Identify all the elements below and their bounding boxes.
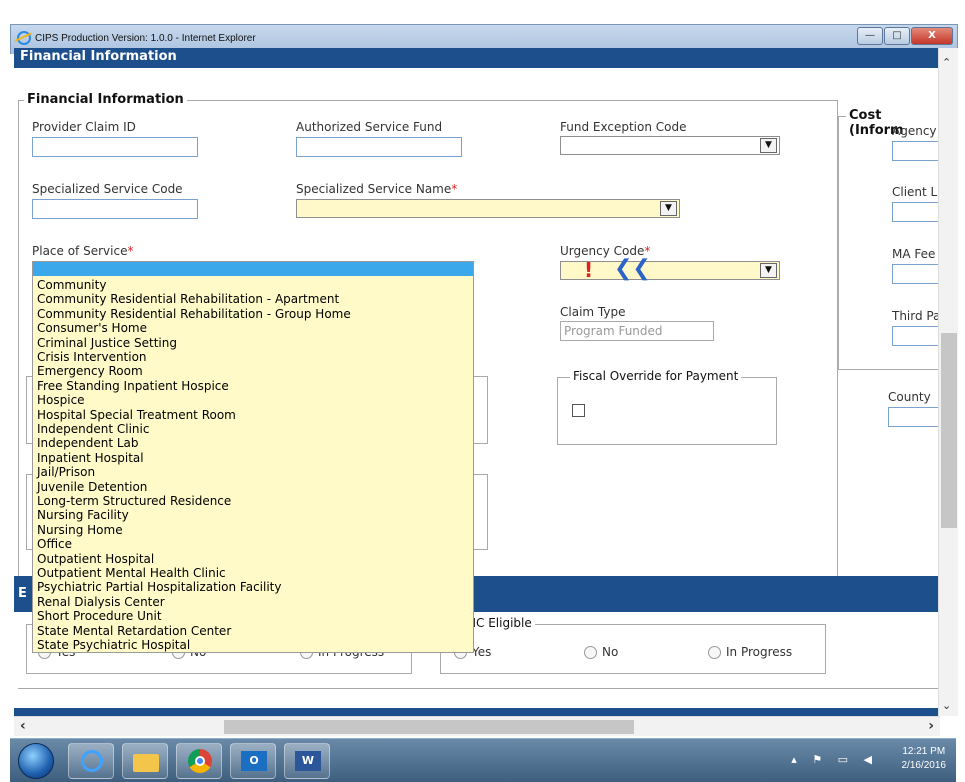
fiscal-override-legend: Fiscal Override for Payment bbox=[570, 369, 742, 383]
hc-eligible-yes-label: Yes bbox=[472, 645, 492, 659]
client-label: Client L bbox=[892, 185, 938, 199]
place-of-service-option[interactable]: Juvenile Detention bbox=[37, 480, 147, 494]
lower-section-title: E bbox=[18, 586, 27, 601]
scroll-right-icon[interactable]: › bbox=[928, 718, 934, 734]
horizontal-scroll-thumb[interactable] bbox=[224, 720, 634, 734]
provider-claim-id-input[interactable] bbox=[32, 137, 198, 157]
place-of-service-option[interactable]: Community Residential Rehabilitation - A… bbox=[37, 292, 339, 306]
place-of-service-option[interactable]: State Psychiatric Hospital bbox=[37, 638, 190, 652]
vertical-scrollbar[interactable]: ⌃ ⌄ bbox=[938, 48, 958, 716]
window-controls: — □ X bbox=[857, 27, 953, 45]
county-input[interactable] bbox=[888, 407, 940, 427]
vertical-scroll-thumb[interactable] bbox=[941, 333, 957, 528]
bottom-band bbox=[14, 708, 940, 716]
place-of-service-option[interactable]: State Mental Retardation Center bbox=[37, 624, 231, 638]
chrome-icon[interactable] bbox=[176, 743, 222, 779]
section-header-title: Financial Information bbox=[20, 49, 177, 64]
chevron-down-icon[interactable]: ▼ bbox=[760, 263, 777, 278]
place-of-service-option[interactable]: Crisis Intervention bbox=[37, 350, 147, 364]
system-tray-icons[interactable]: ▴ ⚑ ▭ ◀ bbox=[791, 753, 878, 766]
place-of-service-option[interactable]: Nursing Facility bbox=[37, 508, 129, 522]
specialized-service-code-label: Specialized Service Code bbox=[32, 182, 183, 196]
place-of-service-option[interactable]: Consumer's Home bbox=[37, 321, 147, 335]
place-of-service-option[interactable]: Free Standing Inpatient Hospice bbox=[37, 379, 229, 393]
specialized-service-name-label: Specialized Service Name* bbox=[296, 182, 458, 196]
place-of-service-option[interactable]: Independent Lab bbox=[37, 436, 139, 450]
close-button[interactable]: X bbox=[911, 27, 953, 45]
dropdown-selected-blank[interactable] bbox=[33, 262, 473, 276]
place-of-service-option[interactable]: Independent Clinic bbox=[37, 422, 149, 436]
hc-eligible-no-label: No bbox=[602, 645, 619, 659]
provider-claim-id-label: Provider Claim ID bbox=[32, 120, 136, 134]
financial-info-legend: Financial Information bbox=[24, 92, 187, 107]
required-marker: * bbox=[127, 244, 134, 258]
maximize-button[interactable]: □ bbox=[884, 27, 910, 45]
internet-explorer-icon bbox=[17, 31, 31, 45]
specialized-service-name-select[interactable]: ▼ bbox=[296, 199, 680, 218]
place-of-service-option[interactable]: Short Procedure Unit bbox=[37, 609, 162, 623]
place-of-service-option[interactable]: Hospice bbox=[37, 393, 85, 407]
ma-fee-input[interactable] bbox=[892, 264, 940, 284]
authorized-service-fund-input[interactable] bbox=[296, 137, 462, 157]
place-of-service-option[interactable]: Hospital Special Treatment Room bbox=[37, 408, 236, 422]
agency-input[interactable] bbox=[892, 141, 940, 161]
third-party-label: Third Pa bbox=[892, 309, 940, 323]
chevron-down-icon[interactable]: ▼ bbox=[760, 138, 777, 153]
claim-type-label: Claim Type bbox=[560, 305, 626, 319]
window-title: CIPS Production Version: 1.0.0 - Interne… bbox=[35, 33, 256, 44]
required-marker: * bbox=[451, 182, 458, 196]
hc-eligible-in-progress-label: In Progress bbox=[726, 645, 793, 659]
clock[interactable]: 12:21 PM 2/16/2016 bbox=[902, 745, 947, 773]
taskbar: O W ▴ ⚑ ▭ ◀ 12:21 PM 2/16/2016 bbox=[10, 738, 956, 782]
place-of-service-option[interactable]: Renal Dialysis Center bbox=[37, 595, 165, 609]
place-of-service-option[interactable]: Psychiatric Partial Hospitalization Faci… bbox=[37, 580, 282, 594]
place-of-service-label: Place of Service* bbox=[32, 244, 134, 258]
place-of-service-option[interactable]: Long-term Structured Residence bbox=[37, 494, 231, 508]
file-explorer-icon[interactable] bbox=[122, 743, 168, 779]
place-of-service-option[interactable]: Criminal Justice Setting bbox=[37, 336, 177, 350]
clock-time: 12:21 PM bbox=[902, 746, 946, 757]
minimize-button[interactable]: — bbox=[857, 27, 883, 45]
third-party-input[interactable] bbox=[892, 326, 940, 346]
place-of-service-option[interactable]: Community Residential Rehabilitation - G… bbox=[37, 307, 351, 321]
fiscal-override-group bbox=[557, 377, 777, 445]
scroll-left-icon[interactable]: ‹ bbox=[20, 718, 26, 734]
place-of-service-option[interactable]: Office bbox=[37, 537, 72, 551]
ma-fee-label: MA Fee bbox=[892, 247, 936, 261]
fund-exception-code-label: Fund Exception Code bbox=[560, 120, 687, 134]
exclamation-annotation-icon: ! bbox=[584, 258, 594, 282]
place-of-service-option[interactable]: Inpatient Hospital bbox=[37, 451, 144, 465]
place-of-service-option[interactable]: Outpatient Hospital bbox=[37, 552, 154, 566]
start-button[interactable] bbox=[18, 743, 54, 779]
fund-exception-code-select[interactable]: ▼ bbox=[560, 136, 780, 155]
claim-type-value: Program Funded bbox=[560, 321, 714, 341]
authorized-service-fund-label: Authorized Service Fund bbox=[296, 120, 443, 134]
horizontal-scrollbar[interactable]: ‹ › bbox=[14, 716, 940, 736]
client-input[interactable] bbox=[892, 202, 940, 222]
fiscal-override-checkbox[interactable] bbox=[572, 404, 585, 417]
place-of-service-option[interactable]: Jail/Prison bbox=[37, 465, 95, 479]
place-of-service-option[interactable]: Nursing Home bbox=[37, 523, 123, 537]
scroll-down-icon[interactable]: ⌄ bbox=[942, 699, 951, 712]
place-of-service-option[interactable]: Outpatient Mental Health Clinic bbox=[37, 566, 226, 580]
hc-eligible-in-progress-radio[interactable] bbox=[708, 646, 721, 659]
hc-eligible-no-radio[interactable] bbox=[584, 646, 597, 659]
place-of-service-option[interactable]: Emergency Room bbox=[37, 364, 143, 378]
clock-date: 2/16/2016 bbox=[901, 760, 947, 771]
double-chevron-left-icon: ❮❮ bbox=[614, 256, 651, 281]
outlook-icon[interactable]: O bbox=[230, 743, 276, 779]
agency-label: Agency bbox=[892, 124, 937, 138]
word-icon[interactable]: W bbox=[284, 743, 330, 779]
county-label: County bbox=[888, 390, 931, 404]
specialized-service-code-input[interactable] bbox=[32, 199, 198, 219]
place-of-service-dropdown[interactable]: Community Community Residential Rehabilit… bbox=[32, 261, 474, 653]
place-of-service-option[interactable]: Community bbox=[37, 278, 106, 292]
section-header: Financial Information bbox=[14, 48, 940, 68]
scroll-up-icon[interactable]: ⌃ bbox=[942, 56, 951, 69]
internet-explorer-taskbar-icon[interactable] bbox=[68, 743, 114, 779]
divider bbox=[18, 688, 938, 689]
hc-eligible-legend: HC Eligible bbox=[464, 616, 535, 630]
chevron-down-icon[interactable]: ▼ bbox=[660, 201, 677, 216]
